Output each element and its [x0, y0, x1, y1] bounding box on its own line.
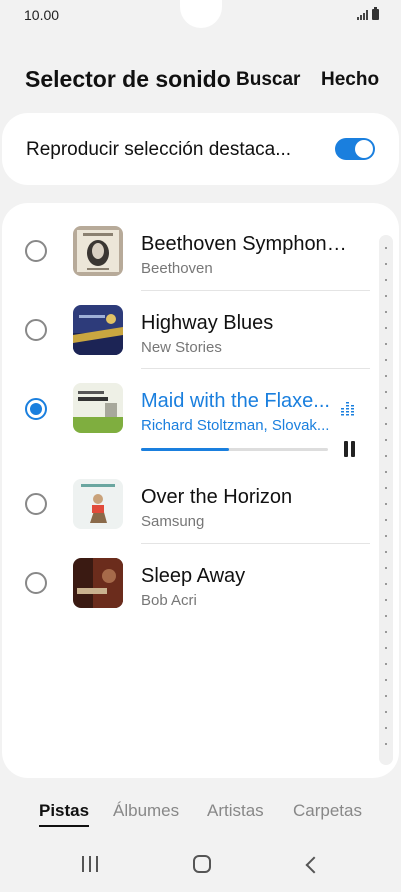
tab-pistas[interactable]: Pistas: [39, 801, 90, 827]
status-icons: [357, 7, 379, 20]
track-artist: Beethoven: [141, 260, 213, 277]
track-title: Maid with the Flaxe...: [141, 390, 330, 412]
track-artist: Bob Acri: [141, 592, 197, 609]
switch-knob: [355, 140, 373, 158]
track-radio[interactable]: [25, 319, 47, 341]
track-artist: Samsung: [141, 513, 205, 530]
highlight-toggle-switch[interactable]: [335, 138, 375, 160]
tab-carpetas[interactable]: Carpetas: [293, 801, 362, 821]
status-time: 10.00: [24, 7, 60, 23]
page-title: Selector de sonido: [25, 66, 231, 92]
done-button[interactable]: Hecho: [321, 69, 379, 91]
track-title: Highway Blues: [141, 312, 274, 334]
pause-icon[interactable]: [343, 441, 357, 457]
track-title: Beethoven Symphony...: [141, 233, 351, 255]
home-icon[interactable]: [193, 855, 211, 873]
track-radio[interactable]: [25, 493, 47, 515]
track-row-maid-with-the-flaxen-hair[interactable]: Maid with the Flaxe... Richard Stoltzman…: [2, 368, 399, 468]
album-cover: [73, 479, 123, 529]
track-title: Sleep Away: [141, 565, 246, 587]
bottom-tabs: Pistas Álbumes Artistas Carpetas: [0, 801, 401, 831]
tab-albumes[interactable]: Álbumes: [113, 801, 179, 821]
tab-artistas[interactable]: Artistas: [207, 801, 264, 821]
album-cover: [73, 226, 123, 276]
album-cover: [73, 305, 123, 355]
signal-icon: [357, 10, 368, 20]
track-artist: Richard Stoltzman, Slovak...: [141, 417, 330, 434]
track-radio-selected[interactable]: [25, 398, 47, 420]
track-artist: New Stories: [141, 339, 222, 356]
track-row-sleep-away[interactable]: Sleep Away Bob Acri: [2, 544, 399, 622]
fast-scroll-dots: [385, 247, 387, 752]
track-row-highway-blues[interactable]: Highway Blues New Stories: [2, 290, 399, 369]
search-button[interactable]: Buscar: [236, 69, 300, 91]
track-row-beethoven[interactable]: Beethoven Symphony... Beethoven: [2, 212, 399, 291]
playback-progress[interactable]: [141, 448, 328, 451]
track-row-over-the-horizon[interactable]: Over the Horizon Samsung: [2, 465, 399, 544]
camera-notch: [180, 0, 222, 28]
recents-icon[interactable]: [82, 856, 98, 872]
equalizer-icon: [341, 402, 354, 417]
header: Selector de sonido Buscar Hecho: [0, 64, 401, 100]
status-bar: 10.00: [0, 0, 401, 30]
track-list: Beethoven Symphony... Beethoven Highway …: [2, 203, 399, 778]
fast-scroll-bar[interactable]: [379, 235, 393, 765]
back-icon[interactable]: [305, 856, 323, 874]
system-navbar: [0, 850, 401, 886]
highlight-toggle-card[interactable]: Reproducir selección destaca...: [2, 113, 399, 185]
album-cover: [73, 383, 123, 433]
track-radio[interactable]: [25, 572, 47, 594]
track-radio[interactable]: [25, 240, 47, 262]
battery-icon: [372, 7, 379, 20]
track-title: Over the Horizon: [141, 486, 293, 508]
playback-progress-fill: [141, 448, 229, 451]
highlight-toggle-label: Reproducir selección destaca...: [26, 139, 292, 160]
album-cover: [73, 558, 123, 608]
